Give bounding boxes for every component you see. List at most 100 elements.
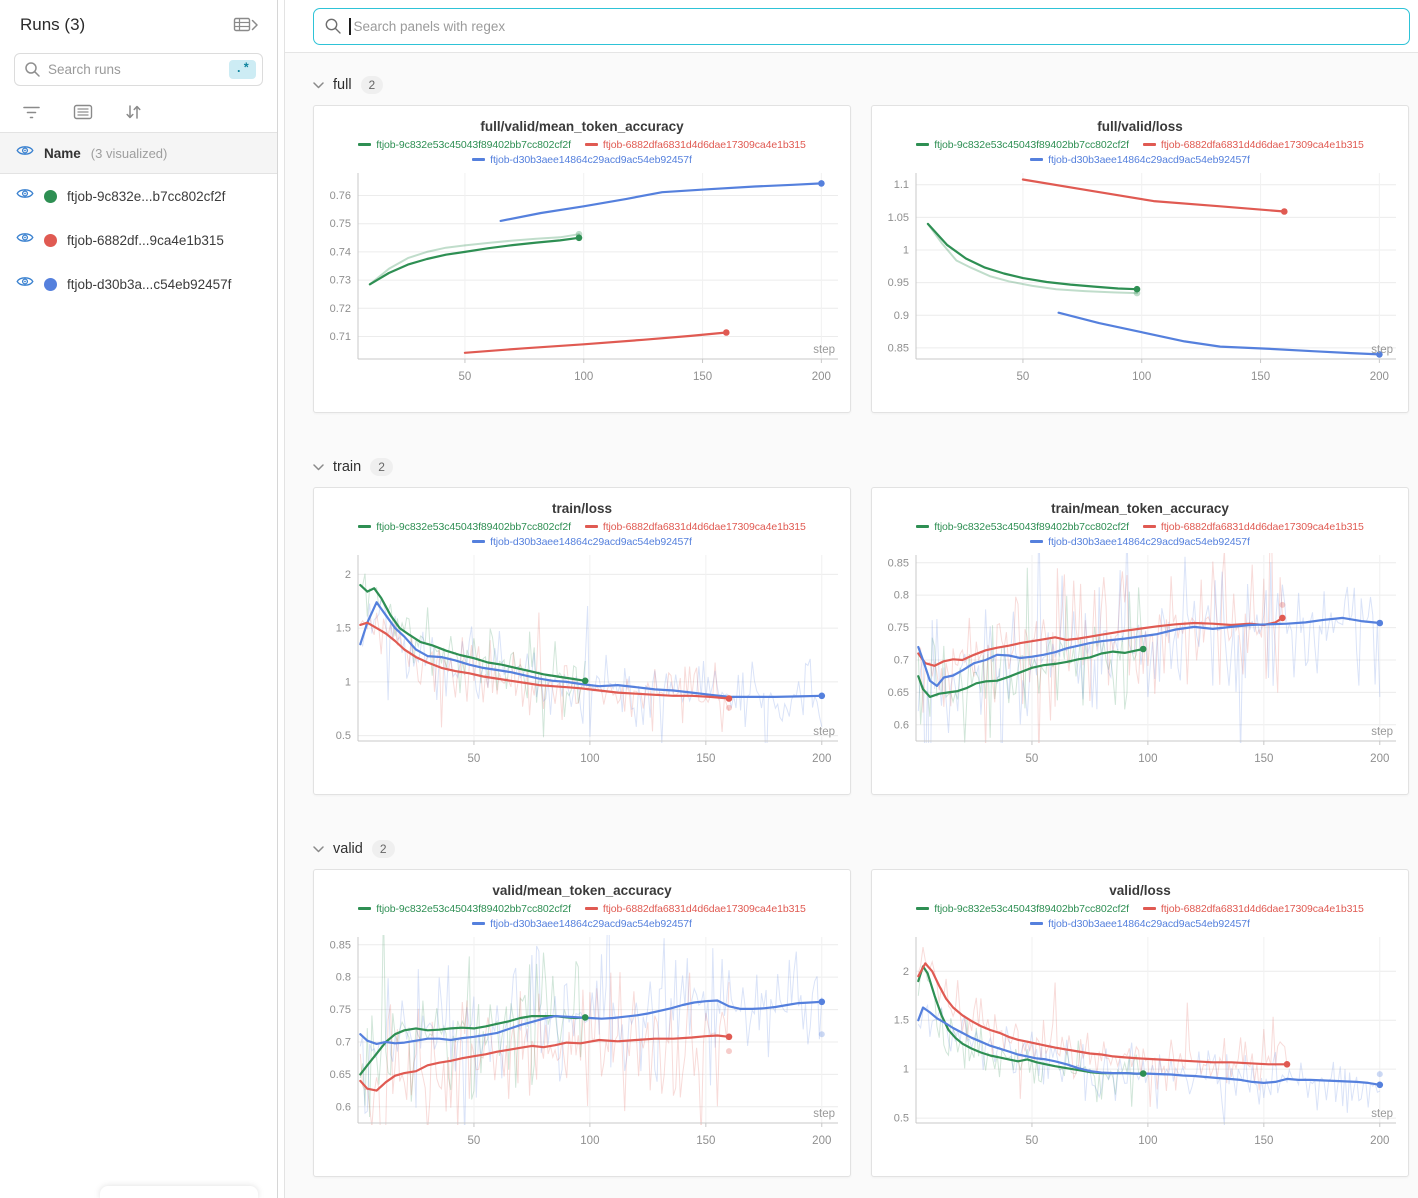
chart-plot[interactable]: 0.511.5250100150200step <box>872 931 1409 1171</box>
runs-panel-title: Runs (3) <box>20 15 85 35</box>
svg-text:100: 100 <box>574 371 593 383</box>
svg-text:50: 50 <box>1026 753 1039 765</box>
legend-item[interactable]: ftjob-d30b3aee14864c29acd9ac54eb92457f <box>472 918 692 930</box>
svg-text:50: 50 <box>468 1135 481 1147</box>
visibility-eye-icon[interactable] <box>16 187 34 205</box>
svg-text:2: 2 <box>903 966 909 978</box>
legend-item[interactable]: ftjob-9c832e53c45043f89402bb7cc802cf2f <box>358 903 571 915</box>
svg-text:50: 50 <box>468 753 481 765</box>
svg-text:0.71: 0.71 <box>330 331 351 343</box>
legend-item[interactable]: ftjob-6882dfa6831d4d6dae17309ca4e1b315 <box>1143 903 1364 915</box>
run-search-input[interactable] <box>48 62 229 77</box>
chart-legend: ftjob-9c832e53c45043f89402bb7cc802cf2f ft… <box>314 519 850 549</box>
run-row[interactable]: ftjob-9c832e...b7cc802cf2f <box>0 174 277 218</box>
chart-plot[interactable]: 0.850.90.9511.051.150100150200step <box>872 167 1409 407</box>
run-row[interactable]: ftjob-6882df...9ca4e1b315 <box>0 218 277 262</box>
legend-item[interactable]: ftjob-9c832e53c45043f89402bb7cc802cf2f <box>358 521 571 533</box>
svg-text:0.5: 0.5 <box>894 1113 909 1125</box>
section-label: full <box>333 77 352 93</box>
run-row[interactable]: ftjob-d30b3a...c54eb92457f <box>0 262 277 306</box>
section-header-full[interactable]: full 2 <box>313 75 1409 95</box>
chart-title: full/valid/loss <box>872 119 1408 134</box>
chart-plot[interactable]: 0.60.650.70.750.80.8550100150200step <box>314 931 851 1171</box>
chart-panel-valid-loss[interactable]: valid/loss ftjob-9c832e53c45043f89402bb7c… <box>871 869 1409 1177</box>
chart-plot[interactable]: 0.511.5250100150200step <box>314 549 851 789</box>
svg-text:200: 200 <box>812 753 831 765</box>
svg-text:150: 150 <box>696 1135 715 1147</box>
legend-item[interactable]: ftjob-6882dfa6831d4d6dae17309ca4e1b315 <box>1143 521 1364 533</box>
chart-plot[interactable]: 0.710.720.730.740.750.7650100150200step <box>314 167 851 407</box>
legend-item[interactable]: ftjob-9c832e53c45043f89402bb7cc802cf2f <box>916 521 1129 533</box>
chart-title: valid/mean_token_accuracy <box>314 883 850 898</box>
columns-list-icon[interactable] <box>73 104 93 120</box>
svg-text:1: 1 <box>903 245 909 257</box>
sort-icon[interactable] <box>125 104 143 120</box>
svg-text:0.85: 0.85 <box>888 557 909 569</box>
panel-row: valid/mean_token_accuracy ftjob-9c832e53c… <box>313 869 1409 1177</box>
svg-text:1.05: 1.05 <box>888 212 909 224</box>
svg-text:0.8: 0.8 <box>336 972 351 984</box>
svg-text:0.95: 0.95 <box>888 277 909 289</box>
svg-text:0.75: 0.75 <box>330 1004 351 1016</box>
chart-panel-full-valid-mean-token-accuracy[interactable]: full/valid/mean_token_accuracy ftjob-9c83… <box>313 105 851 413</box>
section-header-train[interactable]: train2 <box>313 457 1409 477</box>
legend-item[interactable]: ftjob-d30b3aee14864c29acd9ac54eb92457f <box>1030 536 1250 548</box>
panel-search-input[interactable]: Search panels with regex <box>313 8 1410 45</box>
section-label: train <box>333 459 361 475</box>
legend-item[interactable]: ftjob-6882dfa6831d4d6dae17309ca4e1b315 <box>585 139 806 151</box>
svg-text:100: 100 <box>1138 1135 1157 1147</box>
legend-item[interactable]: ftjob-9c832e53c45043f89402bb7cc802cf2f <box>358 139 571 151</box>
svg-text:150: 150 <box>693 371 712 383</box>
legend-item[interactable]: ftjob-d30b3aee14864c29acd9ac54eb92457f <box>1030 918 1250 930</box>
chevron-down-icon <box>313 82 324 89</box>
section-label: valid <box>333 841 363 857</box>
chart-title: full/valid/mean_token_accuracy <box>314 119 850 134</box>
app-root: Runs (3) .* <box>0 0 1418 1198</box>
legend-item[interactable]: ftjob-6882dfa6831d4d6dae17309ca4e1b315 <box>585 521 806 533</box>
legend-item[interactable]: ftjob-9c832e53c45043f89402bb7cc802cf2f <box>916 139 1129 151</box>
chart-title: train/mean_token_accuracy <box>872 501 1408 516</box>
x-axis-step-label: step <box>813 344 835 356</box>
visibility-all-eye-icon[interactable] <box>16 144 34 162</box>
name-column-label: Name <box>44 146 81 161</box>
run-search-box: .* <box>14 53 263 86</box>
workspace-topbar: Search panels with regex <box>285 0 1418 53</box>
x-axis-step-label: step <box>1371 726 1393 738</box>
runs-list: ftjob-9c832e...b7cc802cf2f ftjob-6882df..… <box>0 174 277 306</box>
regex-toggle-button[interactable]: .* <box>229 60 256 80</box>
filter-icon[interactable] <box>22 105 41 120</box>
svg-text:150: 150 <box>696 753 715 765</box>
legend-item[interactable]: ftjob-6882dfa6831d4d6dae17309ca4e1b315 <box>585 903 806 915</box>
legend-item[interactable]: ftjob-d30b3aee14864c29acd9ac54eb92457f <box>472 536 692 548</box>
run-color-dot <box>44 234 57 247</box>
visibility-eye-icon[interactable] <box>16 275 34 293</box>
svg-text:200: 200 <box>1370 753 1389 765</box>
run-name-label: ftjob-d30b3a...c54eb92457f <box>67 277 231 292</box>
chart-title: valid/loss <box>872 883 1408 898</box>
chart-plot[interactable]: 0.60.650.70.750.80.8550100150200step <box>872 549 1409 789</box>
legend-item[interactable]: ftjob-9c832e53c45043f89402bb7cc802cf2f <box>916 903 1129 915</box>
svg-text:200: 200 <box>1370 371 1389 383</box>
chart-legend: ftjob-9c832e53c45043f89402bb7cc802cf2f ft… <box>872 901 1408 931</box>
svg-text:0.7: 0.7 <box>894 654 909 666</box>
chart-panel-full-valid-loss[interactable]: full/valid/loss ftjob-9c832e53c45043f8940… <box>871 105 1409 413</box>
legend-item[interactable]: ftjob-d30b3aee14864c29acd9ac54eb92457f <box>472 154 692 166</box>
chart-panel-train-mean-token-accuracy[interactable]: train/mean_token_accuracy ftjob-9c832e53c… <box>871 487 1409 795</box>
chart-panel-train-loss[interactable]: train/lossftjob-9c832e53c45043f89402bb7c… <box>313 487 851 795</box>
run-name-label: ftjob-9c832e...b7cc802cf2f <box>67 189 225 204</box>
visibility-eye-icon[interactable] <box>16 231 34 249</box>
svg-text:200: 200 <box>812 371 831 383</box>
expand-runs-table-icon[interactable] <box>233 16 259 34</box>
svg-text:0.75: 0.75 <box>330 218 351 230</box>
section-header-valid[interactable]: valid2 <box>313 839 1409 859</box>
section-count-badge: 2 <box>361 76 384 94</box>
chart-panel-valid-mean-token-accuracy[interactable]: valid/mean_token_accuracy ftjob-9c832e53c… <box>313 869 851 1177</box>
svg-text:0.76: 0.76 <box>330 190 351 202</box>
panel-row: train/lossftjob-9c832e53c45043f89402bb7c… <box>313 487 1409 795</box>
svg-text:150: 150 <box>1254 1135 1273 1147</box>
svg-text:50: 50 <box>459 371 472 383</box>
legend-item[interactable]: ftjob-d30b3aee14864c29acd9ac54eb92457f <box>1030 154 1250 166</box>
chart-legend: ftjob-9c832e53c45043f89402bb7cc802cf2f ft… <box>872 137 1408 167</box>
x-axis-step-label: step <box>813 1108 835 1120</box>
legend-item[interactable]: ftjob-6882dfa6831d4d6dae17309ca4e1b315 <box>1143 139 1364 151</box>
